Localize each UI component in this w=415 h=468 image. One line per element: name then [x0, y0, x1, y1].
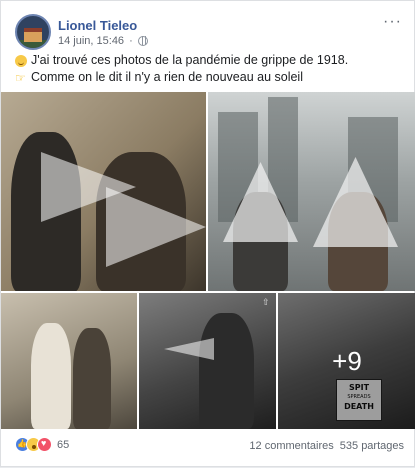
shares-count[interactable]: 535 partages [340, 440, 404, 452]
more-photos-overlay[interactable]: +9 [278, 293, 415, 429]
grinning-face-icon [15, 54, 27, 67]
post-timestamp[interactable]: 14 juin, 15:46 [58, 35, 124, 47]
author-name[interactable]: Lionel Tieleo [58, 18, 137, 33]
post-card: Lionel Tieleo 14 juin, 15:46 · ··· J'ai … [0, 0, 415, 467]
avatar-house [24, 28, 42, 42]
post-text-line: ☞ Comme on le dit il n'y a rien de nouve… [15, 69, 404, 86]
post-stats: 12 commentaires 535 partages [249, 440, 404, 452]
photo-figure [31, 323, 71, 429]
photo-figure [73, 328, 111, 429]
more-photos-count: +9 [332, 345, 362, 376]
photo-cone [164, 338, 214, 360]
photo-typist-mask[interactable]: ⇧ [139, 293, 276, 429]
author-avatar[interactable] [15, 14, 51, 50]
ellipsis-icon[interactable]: ··· [383, 13, 402, 31]
post-text-line-1: J'ai trouvé ces photos de la pandémie de… [31, 53, 349, 67]
globe-icon [137, 36, 148, 46]
love-icon [37, 437, 52, 452]
post-footer: 65 12 commentaires 535 partages [1, 429, 415, 468]
photo-gallery: ⇧ SPIT SPREADS DEATH +9 [1, 92, 415, 429]
post-text-line-2: Comme on le dit il n'y a rien de nouveau… [31, 70, 303, 84]
pointing-right-icon: ☞ [15, 70, 26, 85]
post-text: J'ai trouvé ces photos de la pandémie de… [15, 52, 404, 86]
photo-cone-masks[interactable] [1, 92, 206, 291]
post-text-line: J'ai trouvé ces photos de la pandémie de… [15, 52, 404, 69]
reaction-count: 65 [57, 438, 70, 451]
photo-figure [199, 313, 254, 429]
reactions-summary[interactable]: 65 [15, 437, 69, 452]
post-meta: 14 juin, 15:46 · [58, 35, 148, 47]
photo-street-women[interactable] [1, 293, 137, 429]
comments-count[interactable]: 12 commentaires [249, 440, 333, 452]
share-icon[interactable]: ⇧ [262, 297, 272, 307]
post-header: Lionel Tieleo 14 juin, 15:46 · ··· [9, 9, 406, 50]
photo-hood-masks[interactable] [208, 92, 415, 291]
photo-streetcar[interactable]: SPIT SPREADS DEATH +9 [278, 293, 415, 429]
